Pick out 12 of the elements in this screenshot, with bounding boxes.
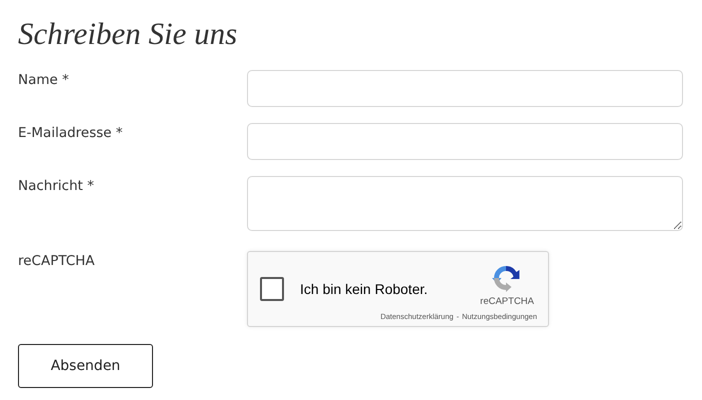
captcha-checkbox[interactable] bbox=[260, 277, 284, 301]
field-label: E-Mailadresse * bbox=[18, 124, 124, 143]
captcha-text: Ich bin kein Roboter. bbox=[300, 281, 428, 297]
submit-button[interactable]: Absenden bbox=[18, 344, 153, 388]
message-field[interactable] bbox=[247, 176, 683, 231]
form-title: Schreiben Sie uns bbox=[18, 15, 238, 53]
field-label: Name * bbox=[18, 71, 70, 90]
input-field[interactable] bbox=[247, 70, 683, 107]
captcha-brand: reCAPTCHA bbox=[480, 296, 534, 307]
field-label: Nachricht * bbox=[18, 177, 95, 196]
field-label: reCAPTCHA bbox=[18, 252, 96, 271]
input-field[interactable] bbox=[247, 123, 683, 160]
